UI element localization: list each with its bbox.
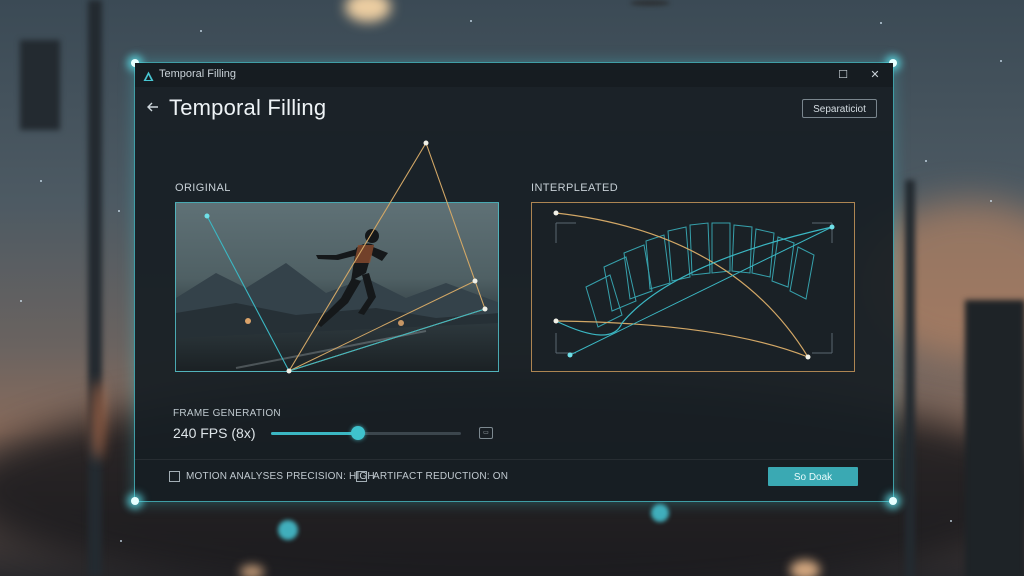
close-icon[interactable]: ✕ [865, 66, 885, 84]
interpolation-diagram [553, 210, 835, 360]
background-pole [20, 40, 60, 130]
background-pole [905, 180, 915, 576]
sparkle [40, 180, 42, 182]
interpolated-label: INTERPLEATED [531, 182, 619, 194]
desktop-background: Temporal Filling ☐ ✕ Temporal Filling Se… [0, 0, 1024, 576]
sparkle [1000, 60, 1002, 62]
sparkle [120, 540, 122, 542]
sparkle [880, 22, 882, 24]
artifact-reduction-option[interactable]: ARTIFACT REDUCTION: ON [356, 471, 508, 482]
slider-value-box[interactable]: ▭ [479, 427, 493, 439]
sparkle [200, 30, 202, 32]
window-title: Temporal Filling [159, 68, 237, 80]
app-logo-icon [143, 69, 154, 87]
bokeh-light [92, 380, 104, 460]
fps-value: 240 FPS (8x) [173, 425, 256, 441]
page-title: Temporal Filling [169, 95, 327, 120]
corner-glow [889, 497, 897, 505]
background-pole [88, 0, 102, 576]
sparkle [990, 200, 992, 202]
bokeh-light [651, 504, 669, 522]
slider-thumb[interactable] [351, 426, 366, 440]
slider-fill [271, 432, 359, 435]
original-label: ORIGINAL [175, 182, 231, 194]
artifact-reduction-label: ARTIFACT REDUCTION: ON [373, 471, 509, 482]
runner-photo [176, 229, 498, 371]
divider [135, 459, 893, 460]
page-header: Temporal Filling Separaticiot [135, 87, 893, 131]
bokeh-light [240, 565, 264, 576]
bokeh-light [278, 520, 298, 540]
maximize-icon[interactable]: ☐ [833, 66, 853, 84]
frame-generation-label: FRAME GENERATION [173, 408, 281, 419]
sparkle [20, 300, 22, 302]
interpolated-frame-preview [531, 202, 855, 372]
sparkle [925, 160, 927, 162]
motion-precision-label: MOTION ANALYSES PRECISION: HIGH [186, 471, 375, 482]
arrow-left-icon[interactable] [145, 99, 161, 115]
primary-action-button[interactable]: So Doak [768, 467, 858, 486]
frame-rate-slider[interactable] [271, 426, 461, 440]
bokeh-light [630, 0, 670, 6]
sparkle [118, 210, 120, 212]
sparkle [950, 520, 952, 522]
motion-precision-checkbox[interactable] [169, 471, 180, 482]
bokeh-light [790, 560, 820, 576]
app-window: Temporal Filling ☐ ✕ Temporal Filling Se… [131, 59, 897, 505]
corner-glow [131, 497, 139, 505]
artifact-reduction-checkbox[interactable] [356, 471, 367, 482]
background-pole [965, 300, 1024, 576]
original-frame-preview [175, 202, 499, 372]
motion-precision-option[interactable]: MOTION ANALYSES PRECISION: HIGH [169, 471, 375, 482]
bokeh-light [345, 0, 391, 22]
header-action-button[interactable]: Separaticiot [802, 99, 877, 118]
window-titlebar: Temporal Filling ☐ ✕ [135, 63, 893, 88]
sparkle [470, 20, 472, 22]
